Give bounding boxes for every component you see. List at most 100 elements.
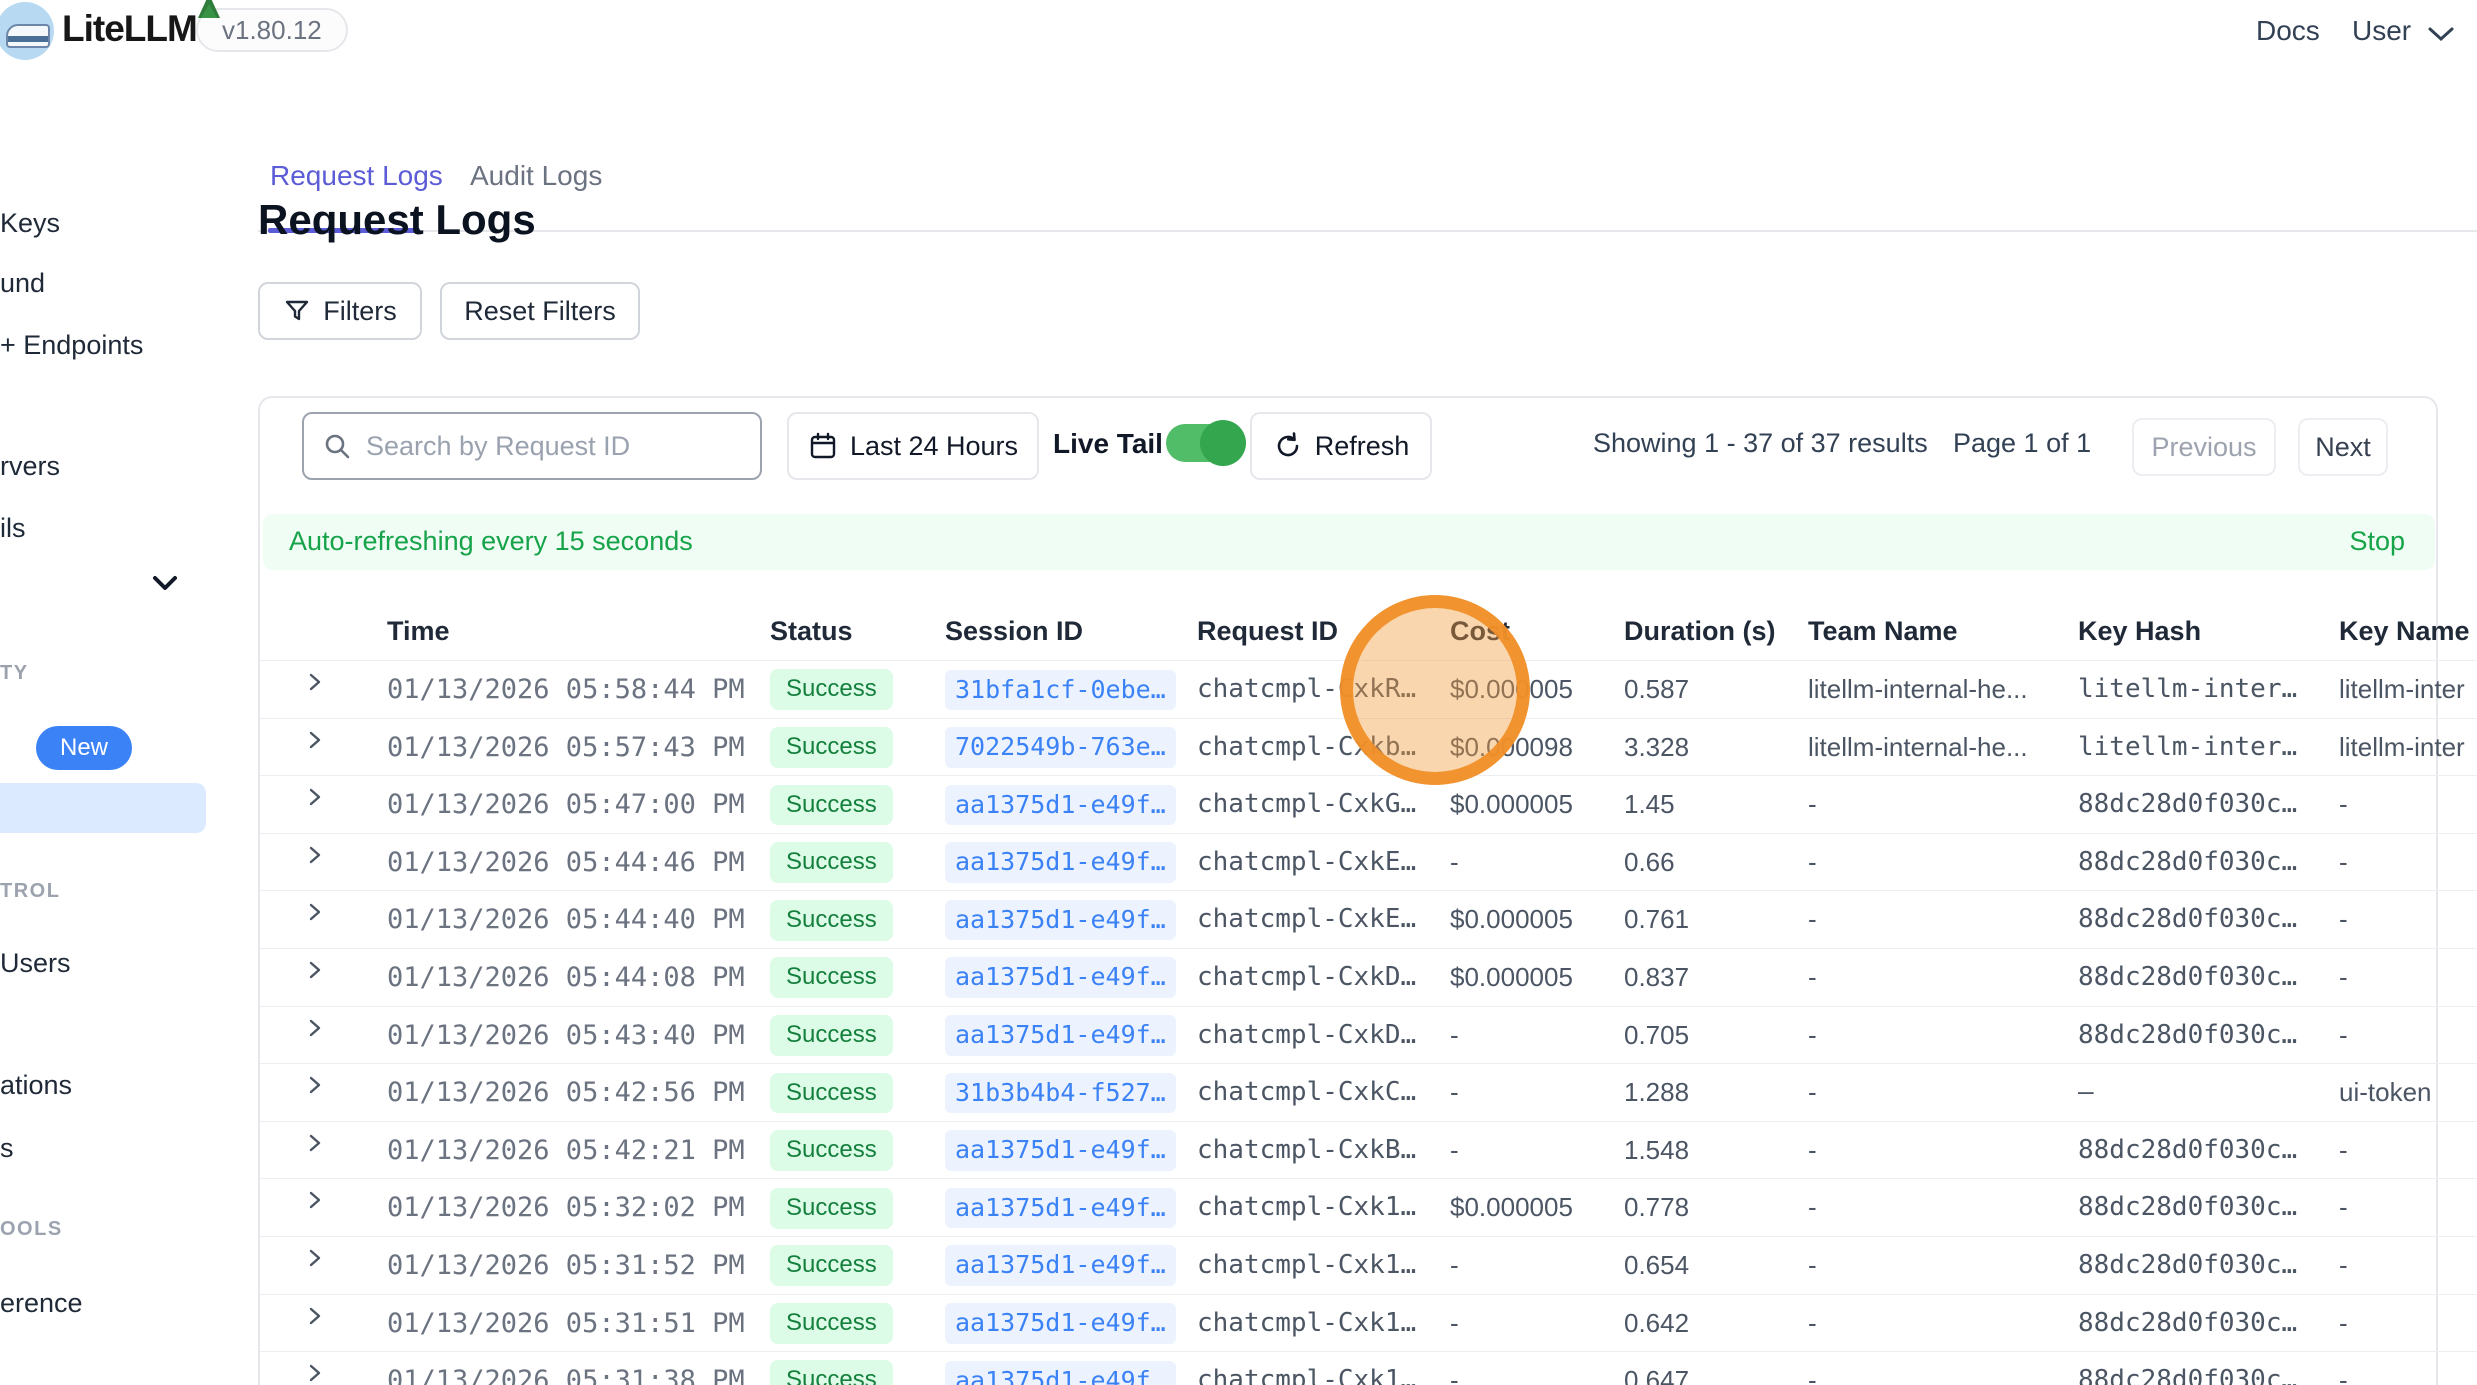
cell-time: 01/13/2026 05:57:43 PM (387, 719, 745, 777)
cell-cost: - (1450, 1007, 1459, 1065)
cell-time: 01/13/2026 05:31:51 PM (387, 1295, 745, 1353)
cell-key-hash: 88dc28d0f030c… (2078, 1179, 2297, 1237)
row-expand-chevron-icon[interactable] (304, 776, 326, 834)
table-row: 01/13/2026 05:31:38 PM Success aa1375d1-… (260, 1351, 2477, 1385)
cell-cost: $0.000005 (1450, 776, 1573, 834)
cell-time: 01/13/2026 05:58:44 PM (387, 661, 745, 719)
tab-audit-logs[interactable]: Audit Logs (470, 160, 602, 192)
row-expand-chevron-icon[interactable] (304, 891, 326, 949)
cell-key-hash: 88dc28d0f030c… (2078, 949, 2297, 1007)
session-id-link[interactable]: aa1375d1-e49f… (945, 1361, 1176, 1385)
cell-key-hash: – (2078, 1064, 2094, 1122)
cell-team-name: - (1808, 1352, 1817, 1385)
cell-time: 01/13/2026 05:44:08 PM (387, 949, 745, 1007)
row-expand-chevron-icon[interactable] (304, 1352, 326, 1385)
filters-button[interactable]: Filters (258, 282, 422, 340)
session-id-link[interactable]: aa1375d1-e49f… (945, 1130, 1176, 1171)
row-expand-chevron-icon[interactable] (304, 1179, 326, 1237)
next-page-button[interactable]: Next (2298, 418, 2388, 476)
tab-request-logs[interactable]: Request Logs (270, 160, 443, 192)
search-input[interactable] (366, 431, 742, 462)
cell-key-hash: 88dc28d0f030c… (2078, 1007, 2297, 1065)
sidebar-section-header: TROL (0, 880, 60, 903)
sidebar-item-guardrails[interactable]: ils (0, 513, 26, 544)
docs-link[interactable]: Docs (2256, 15, 2320, 47)
cell-team-name: - (1808, 1295, 1817, 1353)
search-icon (322, 431, 352, 461)
time-range-button[interactable]: Last 24 Hours (787, 412, 1039, 480)
cell-key-hash: 88dc28d0f030c… (2078, 1237, 2297, 1295)
sidebar-item-api-reference[interactable]: erence (0, 1288, 83, 1319)
cell-team-name: - (1808, 776, 1817, 834)
session-id-link[interactable]: 7022549b-763e… (945, 727, 1176, 768)
previous-page-button[interactable]: Previous (2132, 418, 2276, 476)
reset-filters-button[interactable]: Reset Filters (440, 282, 640, 340)
chevron-down-icon[interactable] (148, 572, 182, 594)
sidebar-item-teams[interactable]: s (0, 1133, 14, 1164)
sidebar-item-models-endpoints[interactable]: + Endpoints (0, 330, 143, 361)
row-expand-chevron-icon[interactable] (304, 1237, 326, 1295)
status-badge: Success (770, 785, 893, 826)
status-badge: Success (770, 1245, 893, 1286)
column-header-key-name: Key Name (2339, 616, 2470, 647)
cell-duration: 0.761 (1624, 891, 1689, 949)
session-id-link[interactable]: aa1375d1-e49f… (945, 957, 1176, 998)
cell-team-name: litellm-internal-he... (1808, 661, 2028, 719)
refresh-button[interactable]: Refresh (1250, 412, 1432, 480)
status-badge: Success (770, 1073, 893, 1114)
cell-request-id: chatcmpl-Cxk1… (1197, 1295, 1416, 1353)
row-expand-chevron-icon[interactable] (304, 1064, 326, 1122)
cell-duration: 0.647 (1624, 1352, 1689, 1385)
cell-cost: - (1450, 1295, 1459, 1353)
new-badge: New (36, 726, 132, 770)
session-id-link[interactable]: 31bfa1cf-0ebe… (945, 670, 1176, 711)
cell-cost: - (1450, 1352, 1459, 1385)
column-header-cost: Cost (1450, 616, 1510, 647)
sidebar-item-virtual-keys[interactable]: Keys (0, 208, 60, 239)
stop-auto-refresh-link[interactable]: Stop (2349, 526, 2405, 557)
cell-team-name: - (1808, 1007, 1817, 1065)
christmas-tree-icon (198, 0, 220, 18)
row-expand-chevron-icon[interactable] (304, 834, 326, 892)
chevron-down-icon[interactable] (2424, 24, 2458, 44)
row-expand-chevron-icon[interactable] (304, 949, 326, 1007)
user-menu[interactable]: User (2352, 15, 2411, 47)
session-id-link[interactable]: aa1375d1-e49f… (945, 1188, 1176, 1229)
logs-panel: Last 24 Hours Live Tail Refresh Showing … (258, 396, 2438, 1385)
status-badge: Success (770, 900, 893, 941)
row-expand-chevron-icon[interactable] (304, 1007, 326, 1065)
table-row: 01/13/2026 05:57:43 PM Success 7022549b-… (260, 718, 2477, 776)
sidebar-item-logs-selected[interactable] (0, 783, 206, 833)
status-badge: Success (770, 842, 893, 883)
sidebar-section-header: OOLS (0, 1218, 63, 1241)
session-id-link[interactable]: aa1375d1-e49f… (945, 785, 1176, 826)
search-box[interactable] (302, 412, 762, 480)
cell-duration: 0.837 (1624, 949, 1689, 1007)
row-expand-chevron-icon[interactable] (304, 719, 326, 777)
refresh-label: Refresh (1315, 431, 1410, 462)
session-id-link[interactable]: aa1375d1-e49f… (945, 1245, 1176, 1286)
app-title: LiteLLM (62, 8, 197, 50)
sidebar-item-internal-users[interactable]: Users (0, 948, 71, 979)
row-expand-chevron-icon[interactable] (304, 661, 326, 719)
reset-filters-label: Reset Filters (464, 296, 616, 327)
status-badge: Success (770, 957, 893, 998)
cell-duration: 0.587 (1624, 661, 1689, 719)
cell-request-id: chatcmpl-CxkC… (1197, 1064, 1416, 1122)
live-tail-toggle[interactable] (1166, 424, 1240, 462)
session-id-link[interactable]: aa1375d1-e49f… (945, 1303, 1176, 1344)
sidebar-item-organizations[interactable]: ations (0, 1070, 72, 1101)
row-expand-chevron-icon[interactable] (304, 1122, 326, 1180)
cell-key-hash: 88dc28d0f030c… (2078, 776, 2297, 834)
table-row: 01/13/2026 05:32:02 PM Success aa1375d1-… (260, 1178, 2477, 1236)
session-id-link[interactable]: aa1375d1-e49f… (945, 842, 1176, 883)
session-id-link[interactable]: aa1375d1-e49f… (945, 900, 1176, 941)
cell-cost: $0.000005 (1450, 891, 1573, 949)
session-id-link[interactable]: aa1375d1-e49f… (945, 1015, 1176, 1056)
sidebar-item-playground[interactable]: und (0, 268, 45, 299)
cell-cost: $0.000005 (1450, 949, 1573, 1007)
session-id-link[interactable]: 31b3b4b4-f527… (945, 1073, 1176, 1114)
sidebar-item-mcp-servers[interactable]: rvers (0, 451, 60, 482)
cell-duration: 1.288 (1624, 1064, 1689, 1122)
row-expand-chevron-icon[interactable] (304, 1295, 326, 1353)
